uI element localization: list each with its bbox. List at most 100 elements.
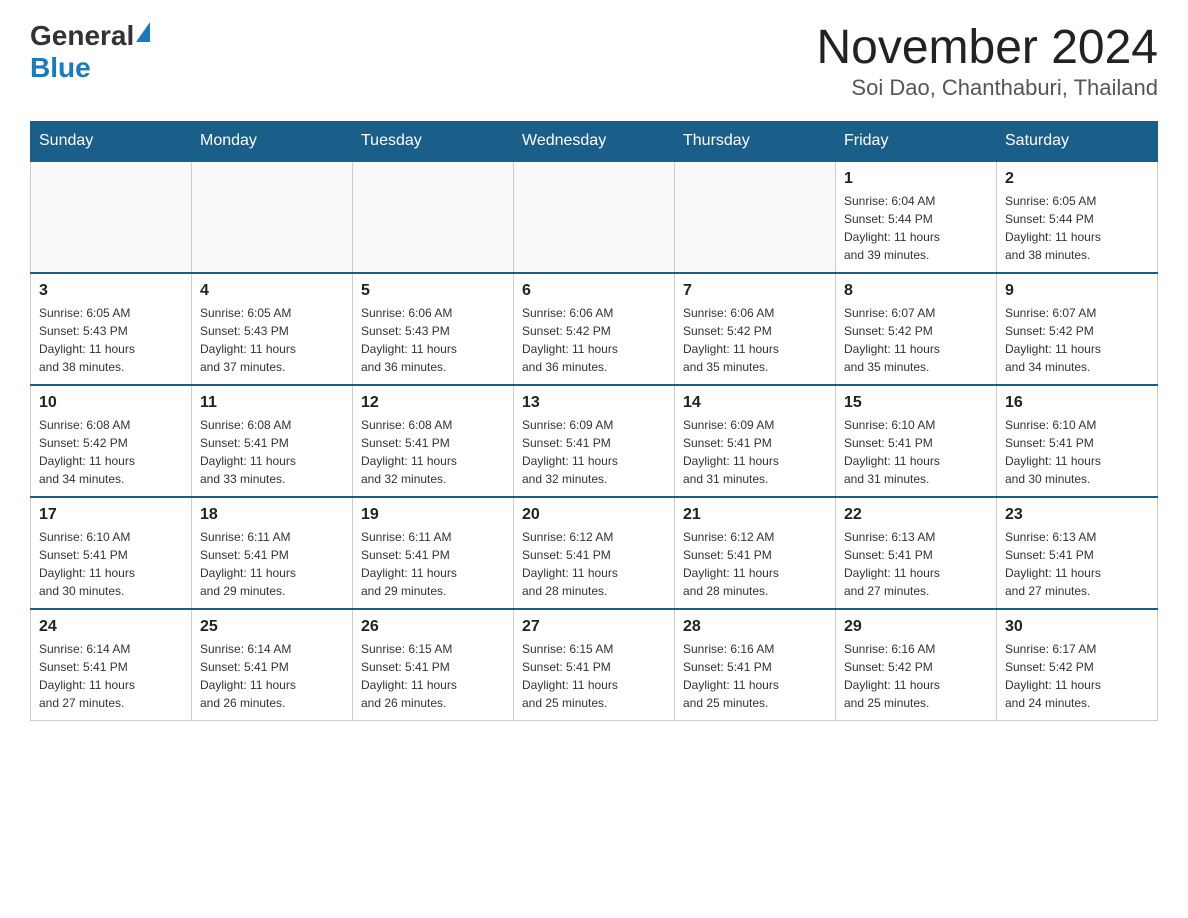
calendar-cell: 7 Sunrise: 6:06 AMSunset: 5:42 PMDaylight… — [675, 273, 836, 385]
day-info: Sunrise: 6:15 AMSunset: 5:41 PMDaylight:… — [361, 640, 505, 712]
logo: General Blue — [30, 20, 150, 84]
calendar-cell: 27 Sunrise: 6:15 AMSunset: 5:41 PMDayligh… — [514, 609, 675, 721]
calendar-cell: 22 Sunrise: 6:13 AMSunset: 5:41 PMDayligh… — [836, 497, 997, 609]
calendar-cell: 24Sunrise: 6:14 AMSunset: 5:41 PMDayligh… — [31, 609, 192, 721]
calendar-cell: 28 Sunrise: 6:16 AMSunset: 5:41 PMDayligh… — [675, 609, 836, 721]
column-header-tuesday: Tuesday — [353, 122, 514, 162]
day-number: 5 — [361, 282, 505, 300]
title-block: November 2024 Soi Dao, Chanthaburi, Thai… — [816, 20, 1158, 101]
day-info: Sunrise: 6:07 AMSunset: 5:42 PMDaylight:… — [844, 304, 988, 376]
day-number: 20 — [522, 506, 666, 524]
calendar-cell: 19Sunrise: 6:11 AMSunset: 5:41 PMDayligh… — [353, 497, 514, 609]
calendar-cell: 23 Sunrise: 6:13 AMSunset: 5:41 PMDayligh… — [997, 497, 1158, 609]
week-row-3: 10Sunrise: 6:08 AMSunset: 5:42 PMDayligh… — [31, 385, 1158, 497]
week-row-5: 24 Sunrise: 6:14 AMSunset: 5:41 PMDayligh… — [31, 609, 1158, 721]
calendar-cell: 12Sunrise: 6:08 AMSunset: 5:41 PMDayligh… — [353, 385, 514, 497]
day-number: 27 — [522, 618, 666, 636]
day-number: 19 — [361, 506, 505, 524]
column-header-friday: Friday — [836, 122, 997, 162]
day-number: 24 — [39, 618, 183, 636]
logo-triangle-icon — [136, 22, 150, 42]
calendar-cell — [353, 161, 514, 273]
day-info: Sunrise: 6:05 AMSunset: 5:43 PMDaylight:… — [200, 304, 344, 376]
calendar-cell: 5 Sunrise: 6:06 AMSunset: 5:43 PMDaylight… — [353, 273, 514, 385]
day-info: Sunrise: 6:06 AMSunset: 5:42 PMDaylight:… — [683, 304, 827, 376]
day-info: Sunrise: 6:04 AMSunset: 5:44 PMDaylight:… — [844, 192, 988, 264]
column-header-wednesday: Wednesday — [514, 122, 675, 162]
day-number: 7 — [683, 282, 827, 300]
day-number: 11 — [200, 394, 344, 412]
day-number: 23 — [1005, 506, 1149, 524]
column-header-saturday: Saturday — [997, 122, 1158, 162]
day-info: Sunrise: 6:13 AMSunset: 5:41 PMDaylight:… — [1005, 528, 1149, 600]
calendar-cell: 9 Sunrise: 6:07 AMSunset: 5:42 PMDaylight… — [997, 273, 1158, 385]
calendar-cell: 20Sunrise: 6:12 AMSunset: 5:41 PMDayligh… — [514, 497, 675, 609]
day-info: Sunrise: 6:06 AMSunset: 5:43 PMDaylight:… — [361, 304, 505, 376]
calendar-cell — [31, 161, 192, 273]
page-header: General Blue November 2024 Soi Dao, Chan… — [30, 20, 1158, 101]
day-number: 6 — [522, 282, 666, 300]
calendar-cell: 16 Sunrise: 6:10 AMSunset: 5:41 PMDayligh… — [997, 385, 1158, 497]
calendar-cell: 1 Sunrise: 6:04 AMSunset: 5:44 PMDaylight… — [836, 161, 997, 273]
day-number: 17 — [39, 506, 183, 524]
day-info: Sunrise: 6:16 AMSunset: 5:41 PMDaylight:… — [683, 640, 827, 712]
day-info: Sunrise: 6:05 AMSunset: 5:44 PMDaylight:… — [1005, 192, 1149, 264]
day-number: 2 — [1005, 170, 1149, 188]
day-number: 30 — [1005, 618, 1149, 636]
calendar-cell: 4 Sunrise: 6:05 AMSunset: 5:43 PMDaylight… — [192, 273, 353, 385]
day-number: 8 — [844, 282, 988, 300]
day-info: Sunrise: 6:09 AMSunset: 5:41 PMDaylight:… — [683, 416, 827, 488]
day-number: 28 — [683, 618, 827, 636]
page-title: November 2024 — [816, 20, 1158, 75]
calendar-cell: 10Sunrise: 6:08 AMSunset: 5:42 PMDayligh… — [31, 385, 192, 497]
day-number: 1 — [844, 170, 988, 188]
day-info: Sunrise: 6:07 AMSunset: 5:42 PMDaylight:… — [1005, 304, 1149, 376]
logo-blue-text: Blue — [30, 52, 91, 84]
day-info: Sunrise: 6:16 AMSunset: 5:42 PMDaylight:… — [844, 640, 988, 712]
column-header-thursday: Thursday — [675, 122, 836, 162]
day-info: Sunrise: 6:13 AMSunset: 5:41 PMDaylight:… — [844, 528, 988, 600]
day-number: 16 — [1005, 394, 1149, 412]
day-number: 18 — [200, 506, 344, 524]
calendar-cell: 21Sunrise: 6:12 AMSunset: 5:41 PMDayligh… — [675, 497, 836, 609]
day-info: Sunrise: 6:12 AMSunset: 5:41 PMDaylight:… — [683, 528, 827, 600]
calendar-cell: 2 Sunrise: 6:05 AMSunset: 5:44 PMDaylight… — [997, 161, 1158, 273]
day-info: Sunrise: 6:14 AMSunset: 5:41 PMDaylight:… — [200, 640, 344, 712]
calendar-table: SundayMondayTuesdayWednesdayThursdayFrid… — [30, 121, 1158, 721]
calendar-cell — [675, 161, 836, 273]
day-number: 3 — [39, 282, 183, 300]
calendar-cell: 3 Sunrise: 6:05 AMSunset: 5:43 PMDaylight… — [31, 273, 192, 385]
column-header-sunday: Sunday — [31, 122, 192, 162]
week-row-1: 1 Sunrise: 6:04 AMSunset: 5:44 PMDaylight… — [31, 161, 1158, 273]
day-info: Sunrise: 6:10 AMSunset: 5:41 PMDaylight:… — [1005, 416, 1149, 488]
calendar-header-row: SundayMondayTuesdayWednesdayThursdayFrid… — [31, 122, 1158, 162]
calendar-cell — [514, 161, 675, 273]
day-info: Sunrise: 6:17 AMSunset: 5:42 PMDaylight:… — [1005, 640, 1149, 712]
day-number: 14 — [683, 394, 827, 412]
calendar-cell: 13 Sunrise: 6:09 AMSunset: 5:41 PMDayligh… — [514, 385, 675, 497]
calendar-cell: 25 Sunrise: 6:14 AMSunset: 5:41 PMDayligh… — [192, 609, 353, 721]
day-info: Sunrise: 6:10 AMSunset: 5:41 PMDaylight:… — [844, 416, 988, 488]
calendar-cell: 6 Sunrise: 6:06 AMSunset: 5:42 PMDaylight… — [514, 273, 675, 385]
column-header-monday: Monday — [192, 122, 353, 162]
day-number: 4 — [200, 282, 344, 300]
week-row-2: 3 Sunrise: 6:05 AMSunset: 5:43 PMDaylight… — [31, 273, 1158, 385]
calendar-cell: 26 Sunrise: 6:15 AMSunset: 5:41 PMDayligh… — [353, 609, 514, 721]
day-number: 26 — [361, 618, 505, 636]
day-info: Sunrise: 6:05 AMSunset: 5:43 PMDaylight:… — [39, 304, 183, 376]
day-info: Sunrise: 6:10 AMSunset: 5:41 PMDaylight:… — [39, 528, 183, 600]
day-info: Sunrise: 6:15 AMSunset: 5:41 PMDaylight:… — [522, 640, 666, 712]
day-number: 25 — [200, 618, 344, 636]
day-info: Sunrise: 6:06 AMSunset: 5:42 PMDaylight:… — [522, 304, 666, 376]
calendar-cell: 11Sunrise: 6:08 AMSunset: 5:41 PMDayligh… — [192, 385, 353, 497]
day-number: 9 — [1005, 282, 1149, 300]
calendar-cell: 18Sunrise: 6:11 AMSunset: 5:41 PMDayligh… — [192, 497, 353, 609]
day-number: 22 — [844, 506, 988, 524]
logo-general-text: General — [30, 20, 134, 52]
calendar-cell: 14 Sunrise: 6:09 AMSunset: 5:41 PMDayligh… — [675, 385, 836, 497]
day-number: 29 — [844, 618, 988, 636]
day-number: 15 — [844, 394, 988, 412]
day-number: 13 — [522, 394, 666, 412]
calendar-cell: 29 Sunrise: 6:16 AMSunset: 5:42 PMDayligh… — [836, 609, 997, 721]
day-info: Sunrise: 6:09 AMSunset: 5:41 PMDaylight:… — [522, 416, 666, 488]
